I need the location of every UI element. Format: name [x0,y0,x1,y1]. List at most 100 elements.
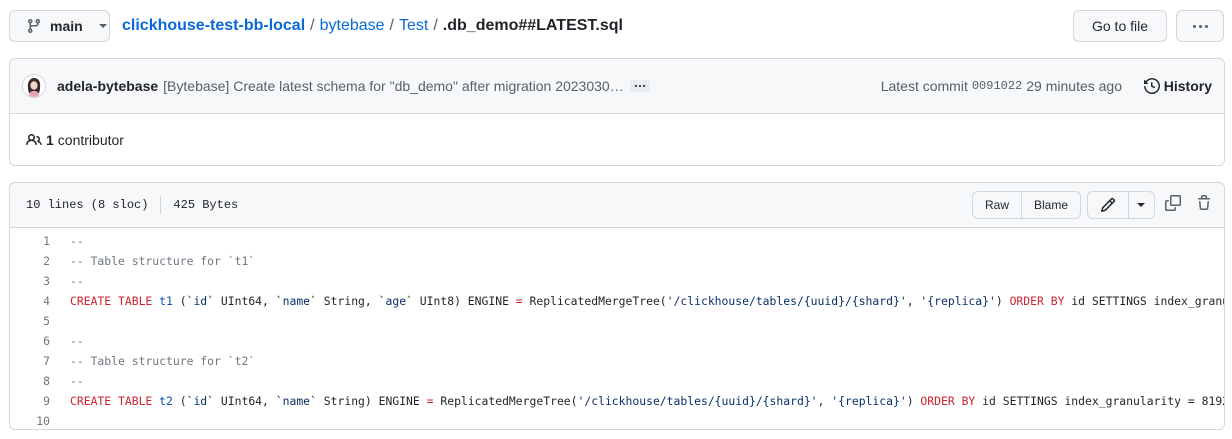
code-line: 2 -- Table structure for `t1` [10,251,1224,271]
code-token: -- Table structure for `t2` [70,354,256,368]
history-label: History [1163,78,1212,94]
code-token: , [906,294,921,308]
code-line: 3 -- [10,271,1224,291]
line-number[interactable]: 8 [10,374,50,388]
avatar-image-icon [23,75,45,97]
contributor-count: 1 [46,132,54,148]
line-number[interactable]: 10 [10,414,50,428]
ellipsis-dot [642,85,645,87]
code-token: ORDER BY [1009,294,1065,308]
code-token: t1 [159,294,173,308]
breadcrumb-folder-test[interactable]: Test [399,17,428,35]
delete-file-button[interactable] [1196,195,1212,214]
code-token: t2 [159,394,173,408]
code-token: = [426,394,434,408]
code-line: 9 CREATE TABLE t2 (`id` UInt64, `name` St… [10,391,1224,411]
edit-button-group [1087,191,1155,219]
ellipsis-dot [638,85,641,87]
code-token: -- [70,374,84,388]
code-token: ORDER BY [920,394,976,408]
breadcrumb-file-name: .db_demo##LATEST.sql [442,17,623,34]
commit-time: 29 minutes ago [1026,78,1122,94]
code-token: ReplicatedMergeTree( [522,294,667,308]
latest-commit-row: adela-bytebase [Bytebase] Create latest … [10,59,1224,114]
edit-options-dropdown[interactable] [1127,192,1154,218]
code-token: (` [172,394,194,408]
file-header: 10 lines (8 sloc) 425 Bytes Raw Blame [10,183,1224,228]
code-token: ) [906,394,921,408]
avatar[interactable] [22,74,46,98]
file-line-count: 10 lines (8 sloc) [26,198,149,212]
ellipsis-icon [634,85,637,87]
top-bar: main clickhouse-test-bb-local / bytebase… [9,9,1224,43]
copy-raw-button[interactable] [1165,195,1181,214]
line-number[interactable]: 7 [10,354,50,368]
commit-sha-link[interactable]: 0091022 [972,79,1022,93]
commit-author-link[interactable]: adela-bytebase [57,78,158,94]
line-number[interactable]: 2 [10,254,50,268]
code-token: ` UInt8) ENGINE [406,294,516,308]
commit-message-link[interactable]: [Bytebase] Create latest schema for "db_… [163,78,624,94]
branch-name: main [50,18,83,34]
code-line: 5 [10,311,1224,331]
code-line: 8 -- [10,371,1224,391]
code-line: 1 -- [10,231,1224,251]
edit-file-button[interactable] [1088,192,1128,218]
divider [160,196,162,214]
code-token: id [193,394,208,408]
code-token: name [282,394,311,408]
code-token: ) [995,294,1010,308]
line-content: CREATE TABLE t2 (`id` UInt64, `name` Str… [70,394,1225,408]
code-token: name [282,294,311,308]
more-options-button[interactable] [1176,10,1224,42]
line-content: -- [70,374,84,388]
line-content: -- Table structure for `t1` [70,254,255,268]
code-token: ` UInt64, ` [207,394,283,408]
pencil-icon [1100,197,1115,213]
code-token: CREATE TABLE [70,394,153,408]
code-token: -- [70,234,84,248]
branch-selector-button[interactable]: main [9,10,110,42]
line-number[interactable]: 5 [10,314,50,328]
code-token: ` UInt64, ` [207,294,283,308]
breadcrumb-repo-link[interactable]: clickhouse-test-bb-local [122,17,305,35]
line-content: CREATE TABLE t1 (`id` UInt64, `name` Str… [70,294,1224,308]
line-content: -- [70,234,84,248]
expand-commit-message-button[interactable] [629,80,650,92]
code-view: 1 -- 2 -- Table structure for `t1` 3 -- 4 CREAT… [10,228,1224,429]
chevron-down-icon [1137,203,1146,207]
code-token: age [385,294,407,308]
code-token: ` String) ENGINE [310,394,427,408]
code-token: -- [70,274,84,288]
people-icon [26,133,42,146]
code-token: id SETTINGS index_granularity = 8192; [975,394,1225,408]
breadcrumb-folder-bytebase[interactable]: bytebase [320,17,385,35]
breadcrumb-separator: / [389,17,394,34]
line-number[interactable]: 9 [10,394,50,408]
commit-info-box: adela-bytebase [Bytebase] Create latest … [9,58,1225,166]
line-number[interactable]: 4 [10,294,50,308]
code-token: id SETTINGS index_granularity = 8192; [1071,294,1224,308]
raw-button[interactable]: Raw [973,192,1021,218]
code-line: 4 CREATE TABLE t1 (`id` UInt64, `name` St… [10,291,1224,311]
code-token: ` String, ` [310,294,386,308]
file-info: 10 lines (8 sloc) 425 Bytes [26,196,238,214]
breadcrumb-separator: / [433,17,438,34]
latest-commit-label: Latest commit [880,78,968,94]
go-to-file-button[interactable]: Go to file [1073,10,1167,42]
line-number[interactable]: 1 [10,234,50,248]
code-token: '{replica}' [920,294,996,308]
trash-icon [1198,195,1210,210]
code-token: CREATE TABLE [70,294,153,308]
blame-button[interactable]: Blame [1021,192,1080,218]
line-content: -- [70,274,84,288]
history-button[interactable]: History [1143,78,1212,94]
line-number[interactable]: 6 [10,334,50,348]
code-line: 7 -- Table structure for `t2` [10,351,1224,371]
line-number[interactable]: 3 [10,274,50,288]
git-branch-icon [27,19,40,34]
breadcrumb: clickhouse-test-bb-local / bytebase / Te… [122,17,623,35]
contributors-row[interactable]: 1 contributor [10,114,1224,166]
code-token: '/clickhouse/tables/{uuid}/{shard}' [666,294,907,308]
code-token: , [817,394,832,408]
